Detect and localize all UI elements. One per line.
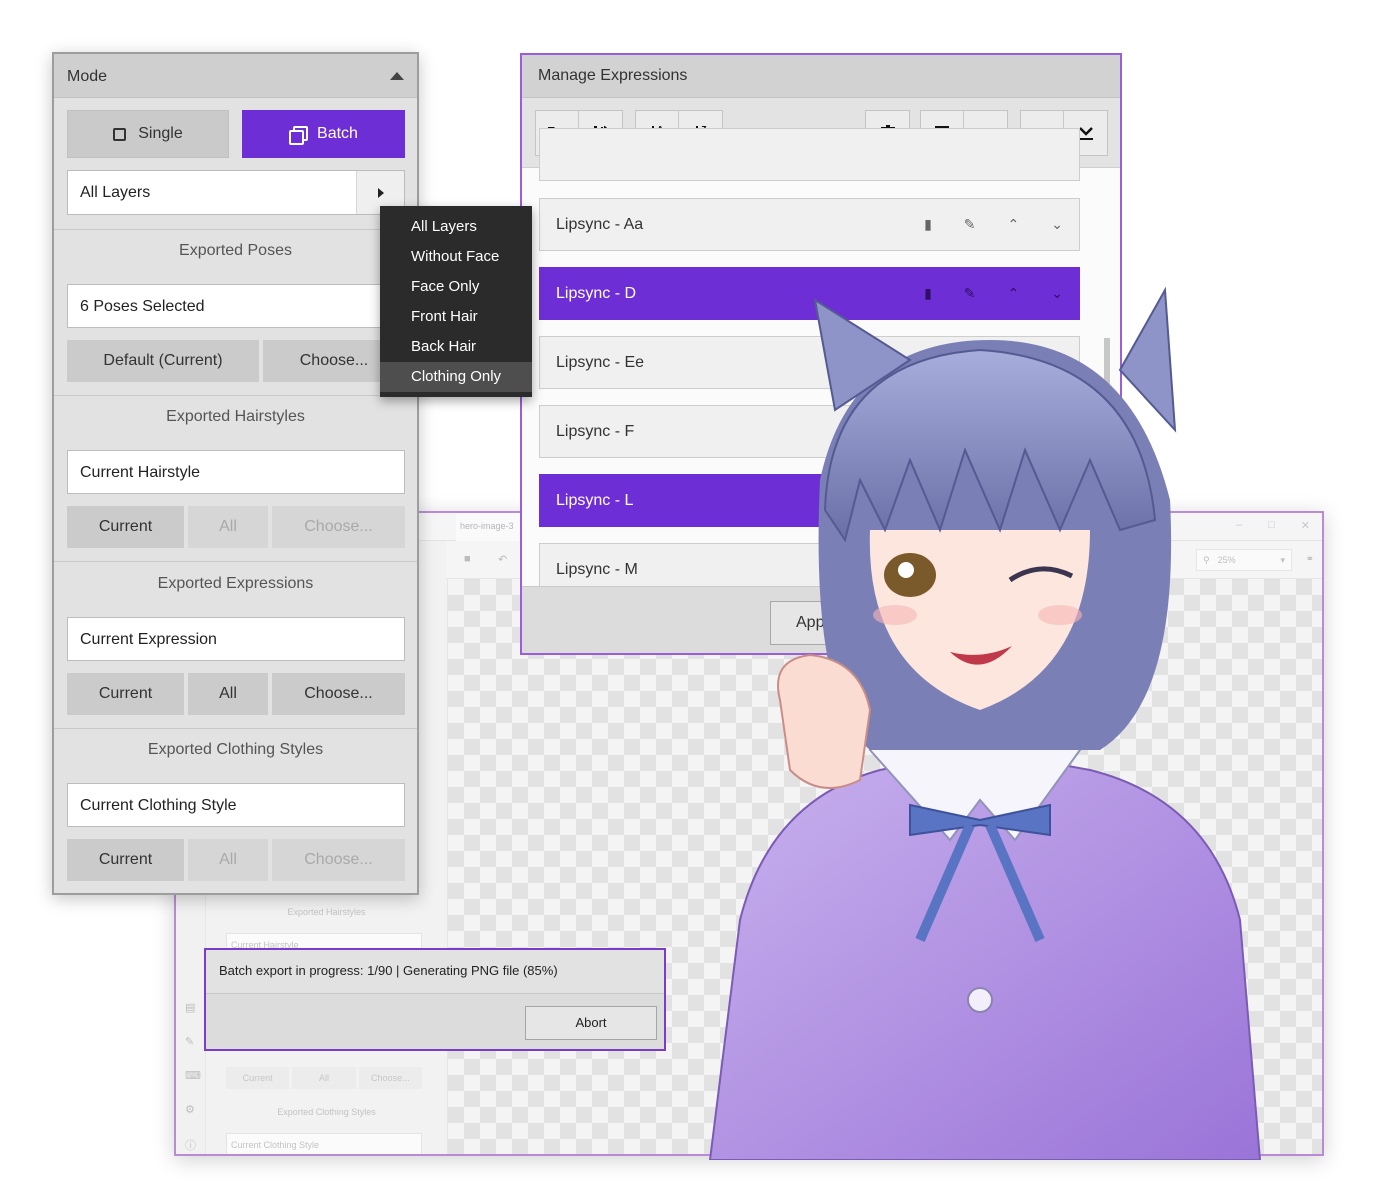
divider (54, 561, 417, 562)
menu-item-all-layers[interactable]: All Layers (380, 212, 532, 242)
poses-button-row: Default (Current) Choose... (67, 340, 405, 382)
square-icon (113, 127, 127, 141)
divider (54, 229, 417, 230)
mode-title: Mode (67, 68, 108, 85)
ghost-all-button[interactable]: All (292, 1067, 356, 1089)
clothing-all-button[interactable]: All (188, 839, 268, 881)
clothing-current-button[interactable]: Current (67, 839, 184, 881)
trash-icon[interactable]: ▮ (924, 216, 932, 233)
divider (54, 395, 417, 396)
hairstyle-all-button[interactable]: All (188, 506, 268, 548)
undo-icon[interactable]: ↶ (498, 553, 507, 566)
expression-choose-button[interactable]: Choose... (272, 673, 405, 715)
row-actions: ▮ ✎ ⌃ ⌄ (924, 216, 1063, 233)
expression-item[interactable]: Lipsync - Aa ▮ ✎ ⌃ ⌄ (539, 198, 1080, 251)
save-icon[interactable]: ■ (464, 553, 471, 565)
collapse-caret-icon[interactable] (390, 72, 404, 80)
ghost-choose-button[interactable]: Choose... (358, 1067, 422, 1089)
gear-icon[interactable]: ⚙ (185, 1103, 195, 1116)
keyboard-icon[interactable]: ⌨ (185, 1069, 201, 1082)
expression-button-row: Current All Choose... (67, 673, 405, 715)
single-mode-button[interactable]: Single (67, 110, 229, 158)
ghost-clothing-label: Exported Clothing Styles (277, 1107, 376, 1117)
menu-item-back-hair[interactable]: Back Hair (380, 332, 532, 362)
info-icon[interactable]: ⓘ (185, 1137, 196, 1153)
progress-message: Batch export in progress: 1/90 | Generat… (206, 950, 664, 994)
document-icon[interactable]: ▤ (185, 1001, 195, 1014)
manage-expressions-title: Manage Expressions (522, 55, 1120, 98)
pencil-icon[interactable]: ✎ (185, 1035, 194, 1048)
ghost-hairstyles-label: Exported Hairstyles (287, 907, 366, 917)
layer-dropdown-menu: All Layers Without Face Face Only Front … (380, 206, 532, 397)
character-illustration (708, 286, 1262, 1160)
layer-select-value: All Layers (80, 184, 151, 201)
single-label: Single (138, 125, 183, 142)
clothing-button-row: Current All Choose... (67, 839, 405, 881)
pencil-icon[interactable]: ✎ (964, 216, 976, 233)
expression-label: Lipsync - Aa (556, 216, 644, 233)
batch-label: Batch (317, 125, 358, 142)
ghost-button-row: Current All Choose... (226, 1067, 422, 1089)
ghost-current-button[interactable]: Current (226, 1067, 290, 1089)
menu-item-front-hair[interactable]: Front Hair (380, 302, 532, 332)
menu-item-without-face[interactable]: Without Face (380, 242, 532, 272)
expression-current-button[interactable]: Current (67, 673, 184, 715)
exported-clothing-title: Exported Clothing Styles (147, 741, 324, 758)
hairstyle-choose-button[interactable]: Choose... (272, 506, 405, 548)
mode-panel-header[interactable]: Mode (54, 54, 417, 98)
chevron-up-icon[interactable]: ⌃ (1008, 216, 1020, 233)
chevron-down-icon[interactable]: ⌄ (1051, 216, 1063, 233)
layer-select[interactable]: All Layers (67, 170, 405, 215)
menu-item-clothing-only[interactable]: Clothing Only (380, 362, 532, 392)
exported-expressions-title: Exported Expressions (157, 575, 314, 592)
clothing-input[interactable]: Current Clothing Style (67, 783, 405, 827)
default-current-button[interactable]: Default (Current) (67, 340, 259, 382)
menu-item-face-only[interactable]: Face Only (380, 272, 532, 302)
exported-hairstyles-title: Exported Hairstyles (166, 408, 305, 425)
batch-progress-dialog: Batch export in progress: 1/90 | Generat… (204, 948, 666, 1051)
hairstyle-input[interactable]: Current Hairstyle (67, 450, 405, 494)
hairstyle-current-button[interactable]: Current (67, 506, 184, 548)
poses-input[interactable]: 6 Poses Selected (67, 284, 405, 328)
expression-all-button[interactable]: All (188, 673, 268, 715)
clothing-choose-button[interactable]: Choose... (272, 839, 405, 881)
exported-poses-title: Exported Poses (179, 242, 292, 259)
copy-icon (289, 126, 309, 145)
hairstyle-button-row: Current All Choose... (67, 506, 405, 548)
expression-input[interactable]: Current Expression (67, 617, 405, 661)
divider (54, 728, 417, 729)
mode-panel: Mode Single Batch All Layers Exported Po… (52, 52, 419, 895)
list-item[interactable] (539, 128, 1080, 181)
batch-mode-button[interactable]: Batch (242, 110, 405, 158)
ghost-clothing-input[interactable]: Current Clothing Style (226, 1133, 422, 1154)
